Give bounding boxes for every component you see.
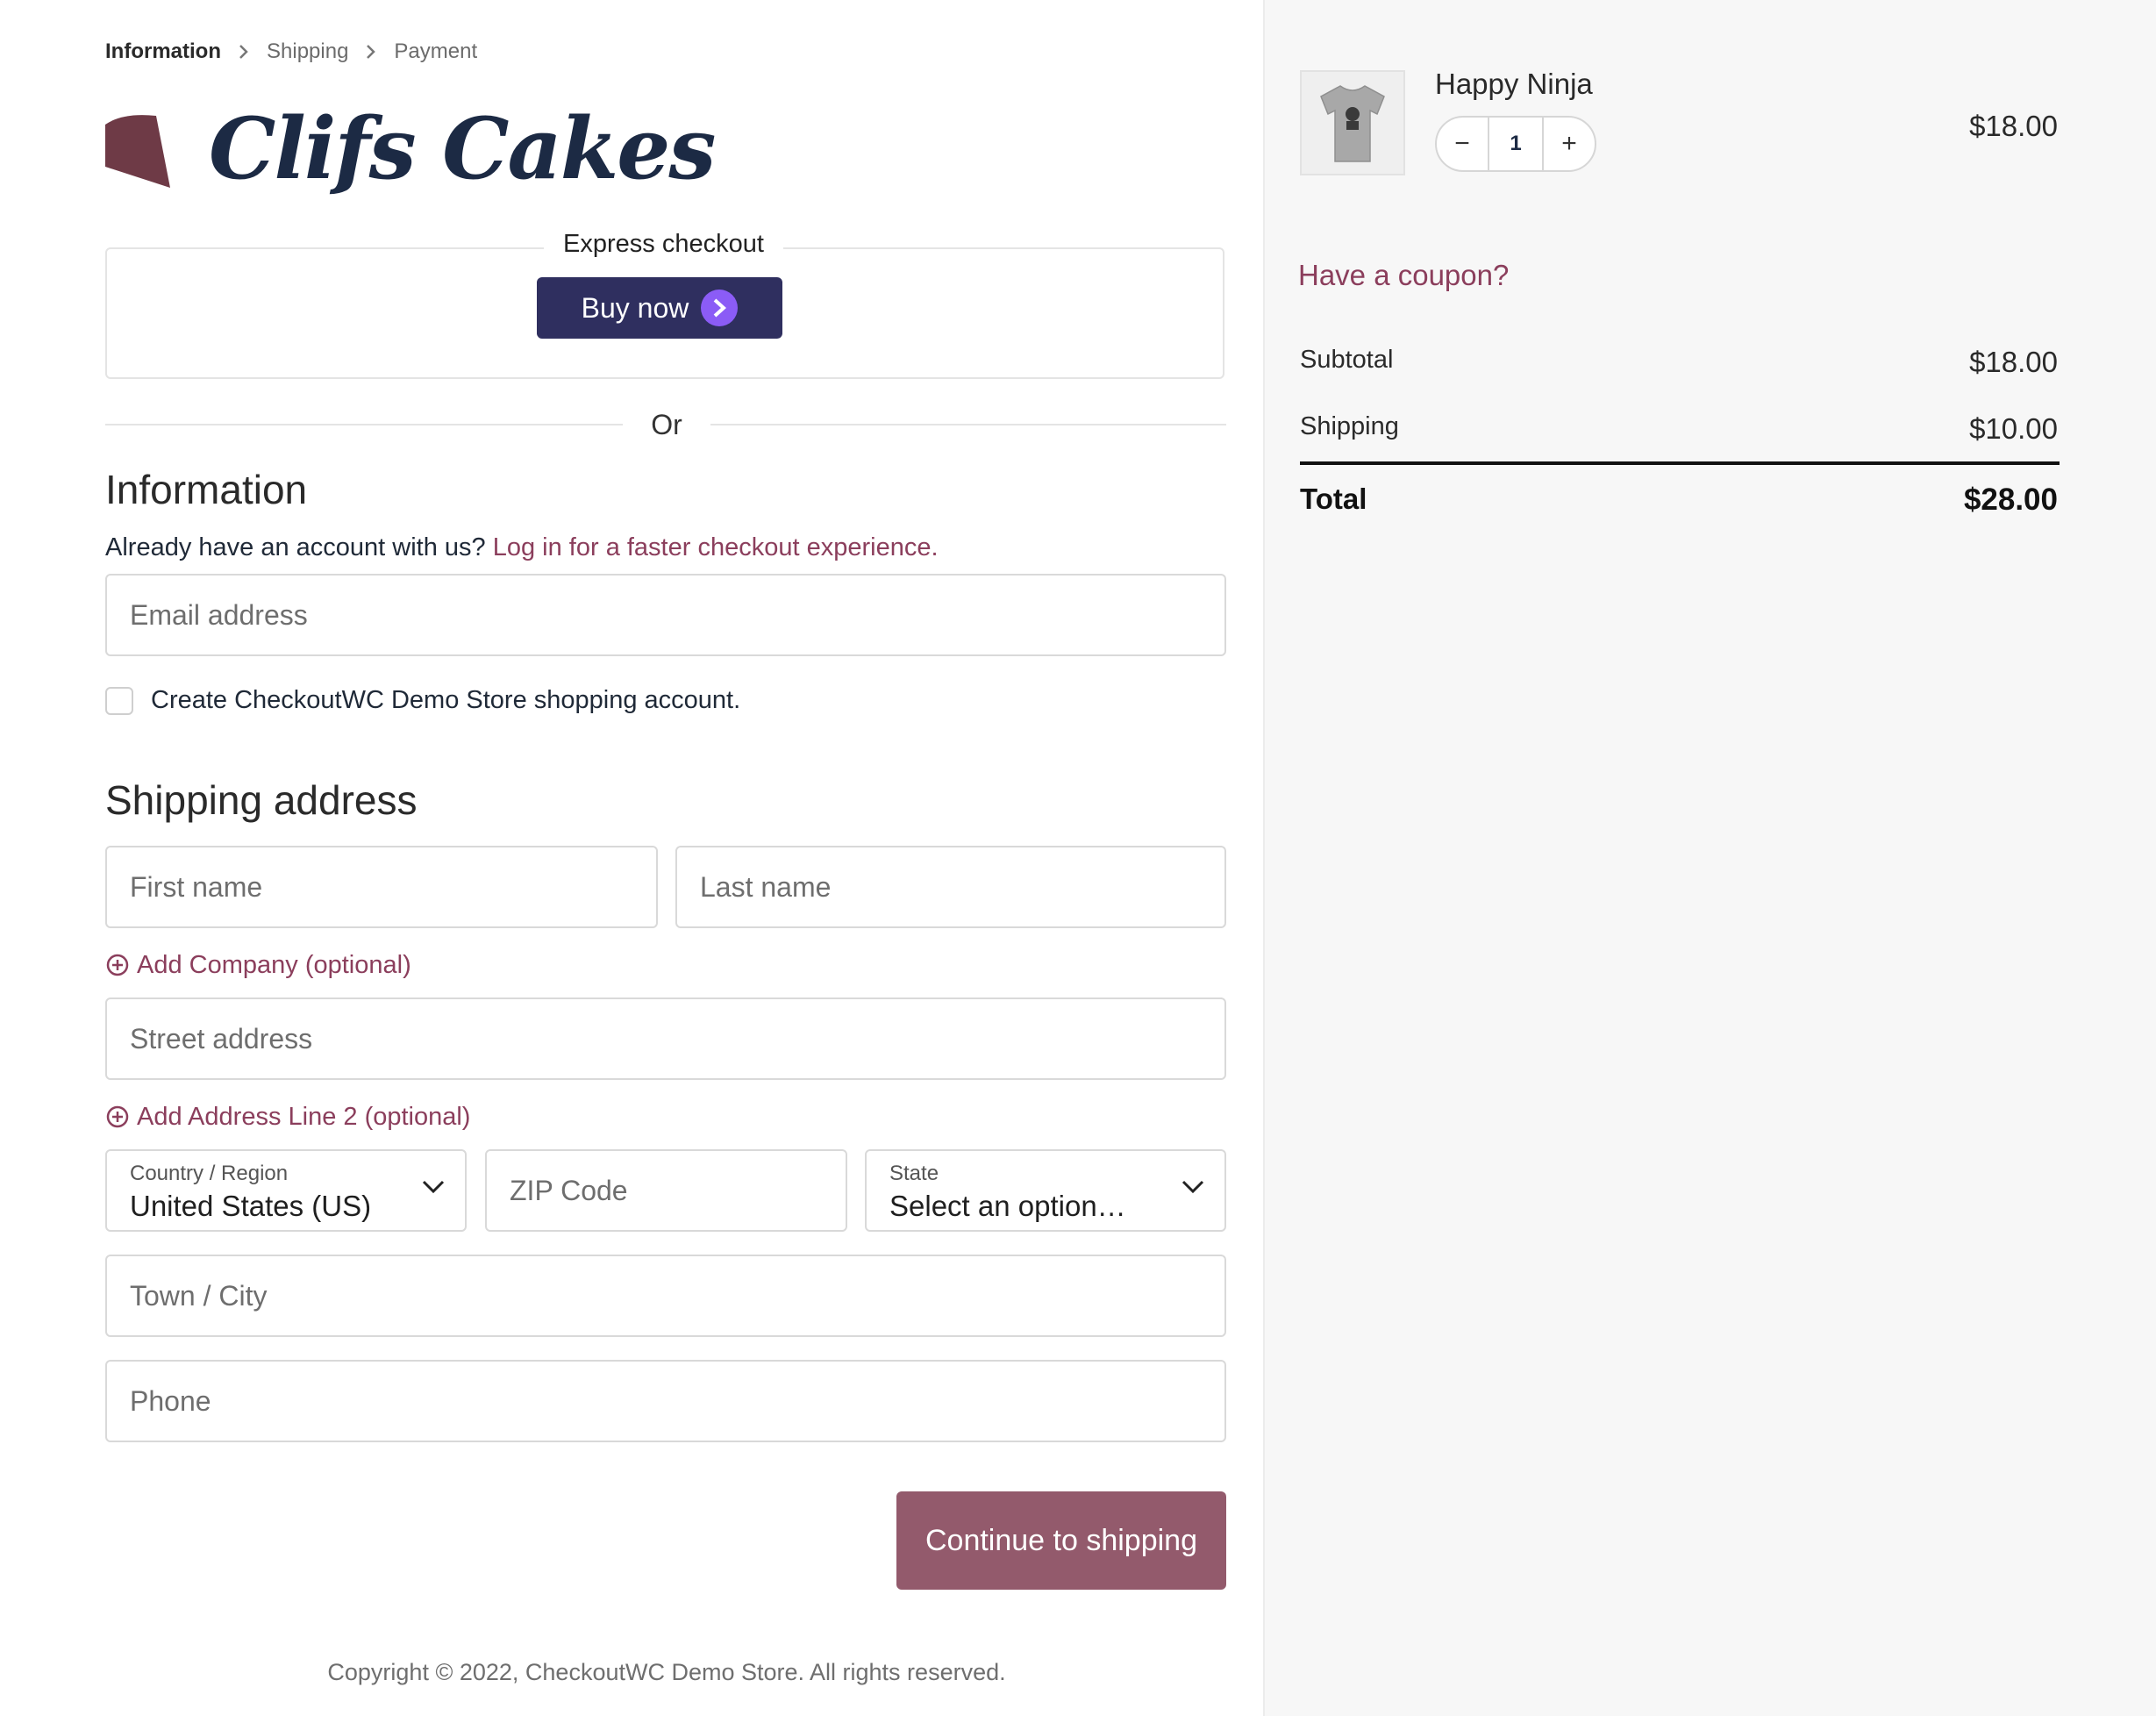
subtotal-value: $18.00 <box>1969 346 2058 378</box>
chevron-right-icon <box>239 44 249 60</box>
create-account-option[interactable]: Create CheckoutWC Demo Store shopping ac… <box>105 686 740 715</box>
street-address-input[interactable] <box>107 999 1224 1078</box>
chevron-down-icon <box>1181 1179 1205 1199</box>
product-price: $18.00 <box>1969 110 2058 142</box>
add-address-line-2-link[interactable]: Add Address Line 2 (optional) <box>105 1099 470 1134</box>
login-link[interactable]: Log in for a faster checkout experience. <box>493 533 939 561</box>
plus-circle-icon <box>106 1105 129 1128</box>
street-address-field[interactable] <box>105 997 1226 1080</box>
buy-now-label: Buy now <box>581 291 689 324</box>
breadcrumb: Information Shipping Payment <box>105 39 477 65</box>
chevron-right-icon <box>701 290 739 326</box>
information-heading: Information <box>105 467 308 512</box>
email-field[interactable] <box>105 574 1226 656</box>
account-prompt-text: Already have an account with us? <box>105 533 486 561</box>
shipping-value: $10.00 <box>1969 412 2058 445</box>
email-input[interactable] <box>107 576 1224 654</box>
divider-right <box>710 424 1226 425</box>
continue-to-shipping-button[interactable]: Continue to shipping <box>896 1491 1226 1590</box>
city-field[interactable] <box>105 1255 1226 1337</box>
country-label: Country / Region <box>130 1162 289 1185</box>
state-select[interactable]: State Select an option… <box>865 1149 1226 1232</box>
add-company-link[interactable]: Add Company (optional) <box>105 947 411 983</box>
create-account-checkbox[interactable] <box>105 686 133 715</box>
express-checkout-title: Express checkout <box>544 226 783 261</box>
country-select[interactable]: Country / Region United States (US) <box>105 1149 467 1232</box>
summary-divider <box>1300 461 2060 465</box>
first-name-input[interactable] <box>107 847 656 926</box>
city-input[interactable] <box>107 1256 1224 1335</box>
country-value: United States (US) <box>130 1190 372 1222</box>
total-label: Total <box>1300 483 1367 515</box>
account-prompt: Already have an account with us? Log in … <box>105 530 939 565</box>
subtotal-label: Subtotal <box>1300 346 1394 374</box>
total-value: $28.00 <box>1963 483 2058 517</box>
product-thumbnail <box>1300 70 1405 175</box>
breadcrumb-shipping[interactable]: Shipping <box>267 39 348 64</box>
quantity-value[interactable]: 1 <box>1488 118 1544 170</box>
coupon-link[interactable]: Have a coupon? <box>1298 256 1509 295</box>
quantity-stepper[interactable]: − 1 + <box>1435 116 1596 172</box>
brand-logo[interactable]: Clifs Cakes <box>209 97 716 202</box>
zip-code-input[interactable] <box>487 1151 846 1230</box>
increase-quantity-button[interactable]: + <box>1544 118 1595 170</box>
subtotal-row: Subtotal $18.00 <box>1300 346 2058 379</box>
zip-code-field[interactable] <box>485 1149 847 1232</box>
first-name-field[interactable] <box>105 846 658 928</box>
divider-left <box>105 424 623 425</box>
shipping-row: Shipping $10.00 <box>1300 412 2058 446</box>
chevron-down-icon <box>421 1179 446 1199</box>
shipping-label: Shipping <box>1300 412 1399 440</box>
breadcrumb-payment[interactable]: Payment <box>394 39 477 64</box>
phone-field[interactable] <box>105 1360 1226 1442</box>
breadcrumb-information[interactable]: Information <box>105 39 221 64</box>
cake-slice-logo-icon <box>105 112 172 192</box>
last-name-input[interactable] <box>677 847 1224 926</box>
chevron-right-icon <box>366 44 376 60</box>
total-row: Total $28.00 <box>1300 483 2058 518</box>
add-company-label: Add Company (optional) <box>137 951 411 979</box>
copyright-text: Copyright © 2022, CheckoutWC Demo Store.… <box>327 1659 1006 1685</box>
state-label: State <box>889 1162 939 1185</box>
or-divider-text: Or <box>651 409 682 440</box>
buy-now-button[interactable]: Buy now <box>537 277 782 339</box>
decrease-quantity-button[interactable]: − <box>1437 118 1488 170</box>
plus-circle-icon <box>106 954 129 976</box>
add-address-line-2-label: Add Address Line 2 (optional) <box>137 1103 471 1131</box>
last-name-field[interactable] <box>675 846 1226 928</box>
tshirt-icon <box>1320 85 1385 162</box>
product-name: Happy Ninja <box>1435 68 1593 100</box>
phone-input[interactable] <box>107 1362 1224 1441</box>
create-account-label: Create CheckoutWC Demo Store shopping ac… <box>151 686 741 714</box>
state-value: Select an option… <box>889 1190 1126 1222</box>
shipping-address-heading: Shipping address <box>105 777 418 823</box>
